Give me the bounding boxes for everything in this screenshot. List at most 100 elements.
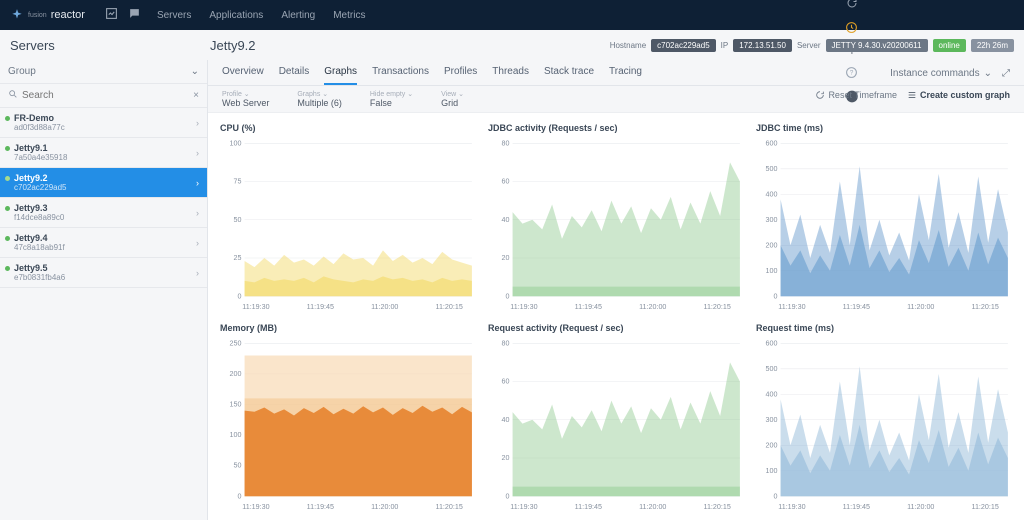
chat-icon[interactable] bbox=[128, 7, 141, 23]
instance-commands[interactable]: Instance commands ⌄ ⤢ bbox=[890, 68, 1010, 85]
svg-text:0: 0 bbox=[506, 291, 510, 300]
svg-text:11:20:00: 11:20:00 bbox=[907, 302, 934, 311]
svg-text:11:20:15: 11:20:15 bbox=[703, 302, 730, 311]
svg-text:11:19:30: 11:19:30 bbox=[242, 502, 269, 511]
svg-text:300: 300 bbox=[766, 215, 778, 224]
chevron-right-icon: › bbox=[196, 178, 199, 188]
chart: Request time (ms)010020030040050060011:1… bbox=[756, 323, 1012, 511]
group-selector[interactable]: Group ⌄ bbox=[0, 60, 207, 84]
svg-text:11:19:45: 11:19:45 bbox=[575, 502, 602, 511]
svg-text:11:20:15: 11:20:15 bbox=[971, 302, 998, 311]
refresh-icon[interactable] bbox=[845, 0, 859, 10]
filter-view[interactable]: View ⌄Grid bbox=[441, 90, 464, 108]
nav-servers[interactable]: Servers bbox=[157, 10, 191, 21]
clock-icon[interactable] bbox=[845, 20, 859, 34]
tab-threads[interactable]: Threads bbox=[492, 66, 529, 85]
server-hash: f14dce8a89c0 bbox=[14, 213, 199, 222]
chevron-down-icon: ⌄ bbox=[244, 91, 250, 98]
svg-text:200: 200 bbox=[230, 369, 242, 378]
server-item[interactable]: Jetty9.5e7b0831fb4a6› bbox=[0, 258, 207, 288]
nav-applications[interactable]: Applications bbox=[209, 10, 263, 21]
svg-text:300: 300 bbox=[766, 415, 778, 424]
status-dot-icon bbox=[5, 176, 10, 181]
nav-alerting[interactable]: Alerting bbox=[281, 10, 315, 21]
status-dot-icon bbox=[5, 146, 10, 151]
search-input[interactable] bbox=[22, 90, 189, 101]
chart-plot[interactable]: 05010015020025011:19:3011:19:4511:20:001… bbox=[220, 337, 476, 511]
chart-plot[interactable]: 025507510011:19:3011:19:4511:20:0011:20:… bbox=[220, 137, 476, 311]
svg-text:100: 100 bbox=[766, 266, 778, 275]
nav-metrics[interactable]: Metrics bbox=[333, 10, 365, 21]
svg-text:11:19:45: 11:19:45 bbox=[307, 302, 334, 311]
svg-text:0: 0 bbox=[238, 491, 242, 500]
chart: Request activity (Request / sec)02040608… bbox=[488, 323, 744, 511]
svg-text:400: 400 bbox=[766, 389, 778, 398]
hostname-pill: c702ac229ad5 bbox=[651, 39, 716, 52]
svg-text:60: 60 bbox=[502, 377, 510, 386]
svg-text:20: 20 bbox=[502, 253, 510, 262]
svg-text:11:19:45: 11:19:45 bbox=[307, 502, 334, 511]
logo[interactable]: fusion reactor bbox=[10, 8, 85, 22]
status-pill: online bbox=[933, 39, 966, 52]
tab-graphs[interactable]: Graphs bbox=[324, 66, 357, 85]
tab-transactions[interactable]: Transactions bbox=[372, 66, 429, 85]
tab-tracing[interactable]: Tracing bbox=[609, 66, 642, 85]
server-name: Jetty9.3 bbox=[14, 203, 199, 213]
svg-text:11:19:45: 11:19:45 bbox=[843, 302, 870, 311]
filter-profile[interactable]: Profile ⌄Web Server bbox=[222, 90, 269, 108]
tab-overview[interactable]: Overview bbox=[222, 66, 264, 85]
svg-text:40: 40 bbox=[502, 415, 510, 424]
svg-text:80: 80 bbox=[502, 338, 510, 347]
create-custom-graph[interactable]: Create custom graph bbox=[907, 90, 1010, 100]
svg-text:11:20:00: 11:20:00 bbox=[907, 502, 934, 511]
chart: CPU (%) 025507510011:19:3011:19:4511:20:0… bbox=[220, 123, 476, 311]
server-item[interactable]: Jetty9.447c8a18ab91f› bbox=[0, 228, 207, 258]
server-item[interactable]: Jetty9.17a50a4e35918› bbox=[0, 138, 207, 168]
chart-plot[interactable]: 02040608011:19:3011:19:4511:20:0011:20:1… bbox=[488, 337, 744, 511]
svg-text:200: 200 bbox=[766, 440, 778, 449]
status-dot-icon bbox=[5, 116, 10, 121]
svg-text:0: 0 bbox=[774, 291, 778, 300]
server-hash: e7b0831fb4a6 bbox=[14, 273, 199, 282]
chevron-right-icon: › bbox=[196, 148, 199, 158]
ip-label: IP bbox=[721, 41, 729, 50]
svg-text:11:20:15: 11:20:15 bbox=[435, 502, 462, 511]
chevron-right-icon: › bbox=[196, 208, 199, 218]
hostname-label: Hostname bbox=[610, 41, 646, 50]
filter-hide-empty[interactable]: Hide empty ⌄False bbox=[370, 90, 413, 108]
filter-value: Grid bbox=[441, 98, 464, 108]
filter-value: Web Server bbox=[222, 98, 269, 108]
svg-text:0: 0 bbox=[774, 491, 778, 500]
svg-text:50: 50 bbox=[234, 215, 242, 224]
svg-text:500: 500 bbox=[766, 164, 778, 173]
filter-label: View ⌄ bbox=[441, 90, 464, 98]
chart-title: Request time (ms) bbox=[756, 323, 1012, 333]
logo-icon bbox=[10, 8, 24, 22]
svg-text:50: 50 bbox=[234, 461, 242, 470]
chevron-down-icon: ⌄ bbox=[322, 91, 328, 98]
topbar: fusion reactor Servers Applications Aler… bbox=[0, 0, 1024, 30]
chart-plot[interactable]: 02040608011:19:3011:19:4511:20:0011:20:1… bbox=[488, 137, 744, 311]
chart-icon[interactable] bbox=[105, 7, 118, 23]
svg-text:150: 150 bbox=[230, 399, 242, 408]
clear-search-icon[interactable]: × bbox=[193, 90, 199, 101]
tab-details[interactable]: Details bbox=[279, 66, 310, 85]
sidebar: Group ⌄ × FR-Demoad0f3d88a77c›Jetty9.17a… bbox=[0, 60, 208, 520]
tab-stack-trace[interactable]: Stack trace bbox=[544, 66, 594, 85]
chart-title: Memory (MB) bbox=[220, 323, 476, 333]
chart: Memory (MB)05010015020025011:19:3011:19:… bbox=[220, 323, 476, 511]
chart-title: CPU (%) bbox=[220, 123, 476, 133]
filter-graphs[interactable]: Graphs ⌄Multiple (6) bbox=[297, 90, 342, 108]
server-item[interactable]: Jetty9.3f14dce8a89c0› bbox=[0, 198, 207, 228]
reset-timeframe[interactable]: Reset Timeframe bbox=[815, 90, 897, 100]
tab-profiles[interactable]: Profiles bbox=[444, 66, 477, 85]
svg-text:200: 200 bbox=[766, 240, 778, 249]
svg-text:0: 0 bbox=[506, 491, 510, 500]
chart-plot[interactable]: 010020030040050060011:19:3011:19:4511:20… bbox=[756, 337, 1012, 511]
chart-title: Request activity (Request / sec) bbox=[488, 323, 744, 333]
chart-plot[interactable]: 010020030040050060011:19:3011:19:4511:20… bbox=[756, 137, 1012, 311]
server-hash: ad0f3d88a77c bbox=[14, 123, 199, 132]
top-nav: Servers Applications Alerting Metrics bbox=[157, 10, 366, 21]
server-item[interactable]: Jetty9.2c702ac229ad5› bbox=[0, 168, 207, 198]
server-item[interactable]: FR-Demoad0f3d88a77c› bbox=[0, 108, 207, 138]
